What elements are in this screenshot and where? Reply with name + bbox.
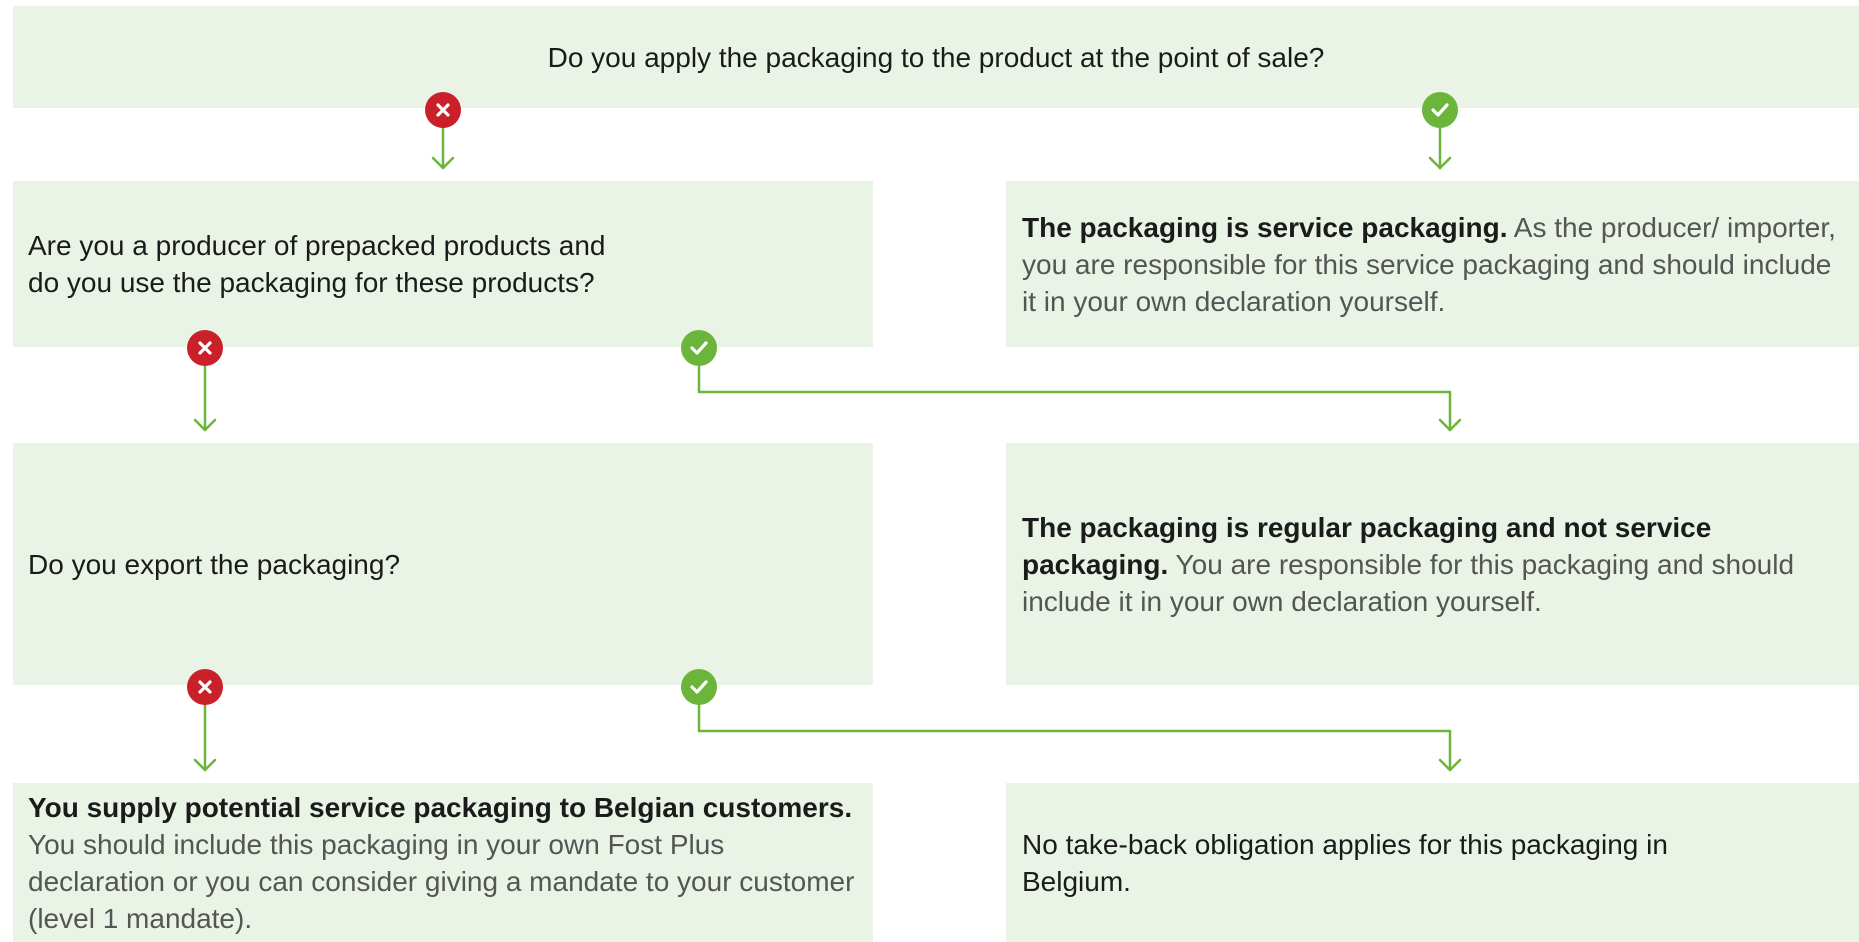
question-point-of-sale-text: Do you apply the packaging to the produc… (547, 41, 1325, 73)
result-service-packaging-text: The packaging is service packaging. As t… (1022, 209, 1842, 320)
result-service-packaging-bold: The packaging is service packaging. (1022, 211, 1508, 243)
question-prepacked-producer: Are you a producer of prepacked products… (13, 181, 873, 347)
result-regular-packaging: The packaging is regular packaging and n… (1006, 443, 1859, 685)
question-point-of-sale: Do you apply the packaging to the produc… (13, 6, 1859, 108)
cross-icon (187, 330, 223, 366)
result-no-take-back: No take-back obligation applies for this… (1006, 783, 1859, 942)
result-supply-text: You supply potential service packaging t… (28, 789, 868, 937)
cross-icon (187, 669, 223, 705)
check-icon (681, 669, 717, 705)
check-icon (1422, 92, 1458, 128)
result-supply-detail: You should include this packaging in you… (28, 828, 855, 934)
question-export-text: Do you export the packaging? (28, 548, 401, 580)
result-supply-bold: You supply potential service packaging t… (28, 791, 853, 823)
result-no-take-back-text: No take-back obligation applies for this… (1022, 828, 1668, 897)
question-prepacked-producer-text: Are you a producer of prepacked products… (28, 230, 606, 298)
result-regular-packaging-text: The packaging is regular packaging and n… (1022, 509, 1842, 620)
result-service-packaging: The packaging is service packaging. As t… (1006, 181, 1859, 347)
question-export: Do you export the packaging? (13, 443, 873, 685)
result-supply-belgian-customers: You supply potential service packaging t… (13, 783, 873, 942)
cross-icon (425, 92, 461, 128)
check-icon (681, 330, 717, 366)
